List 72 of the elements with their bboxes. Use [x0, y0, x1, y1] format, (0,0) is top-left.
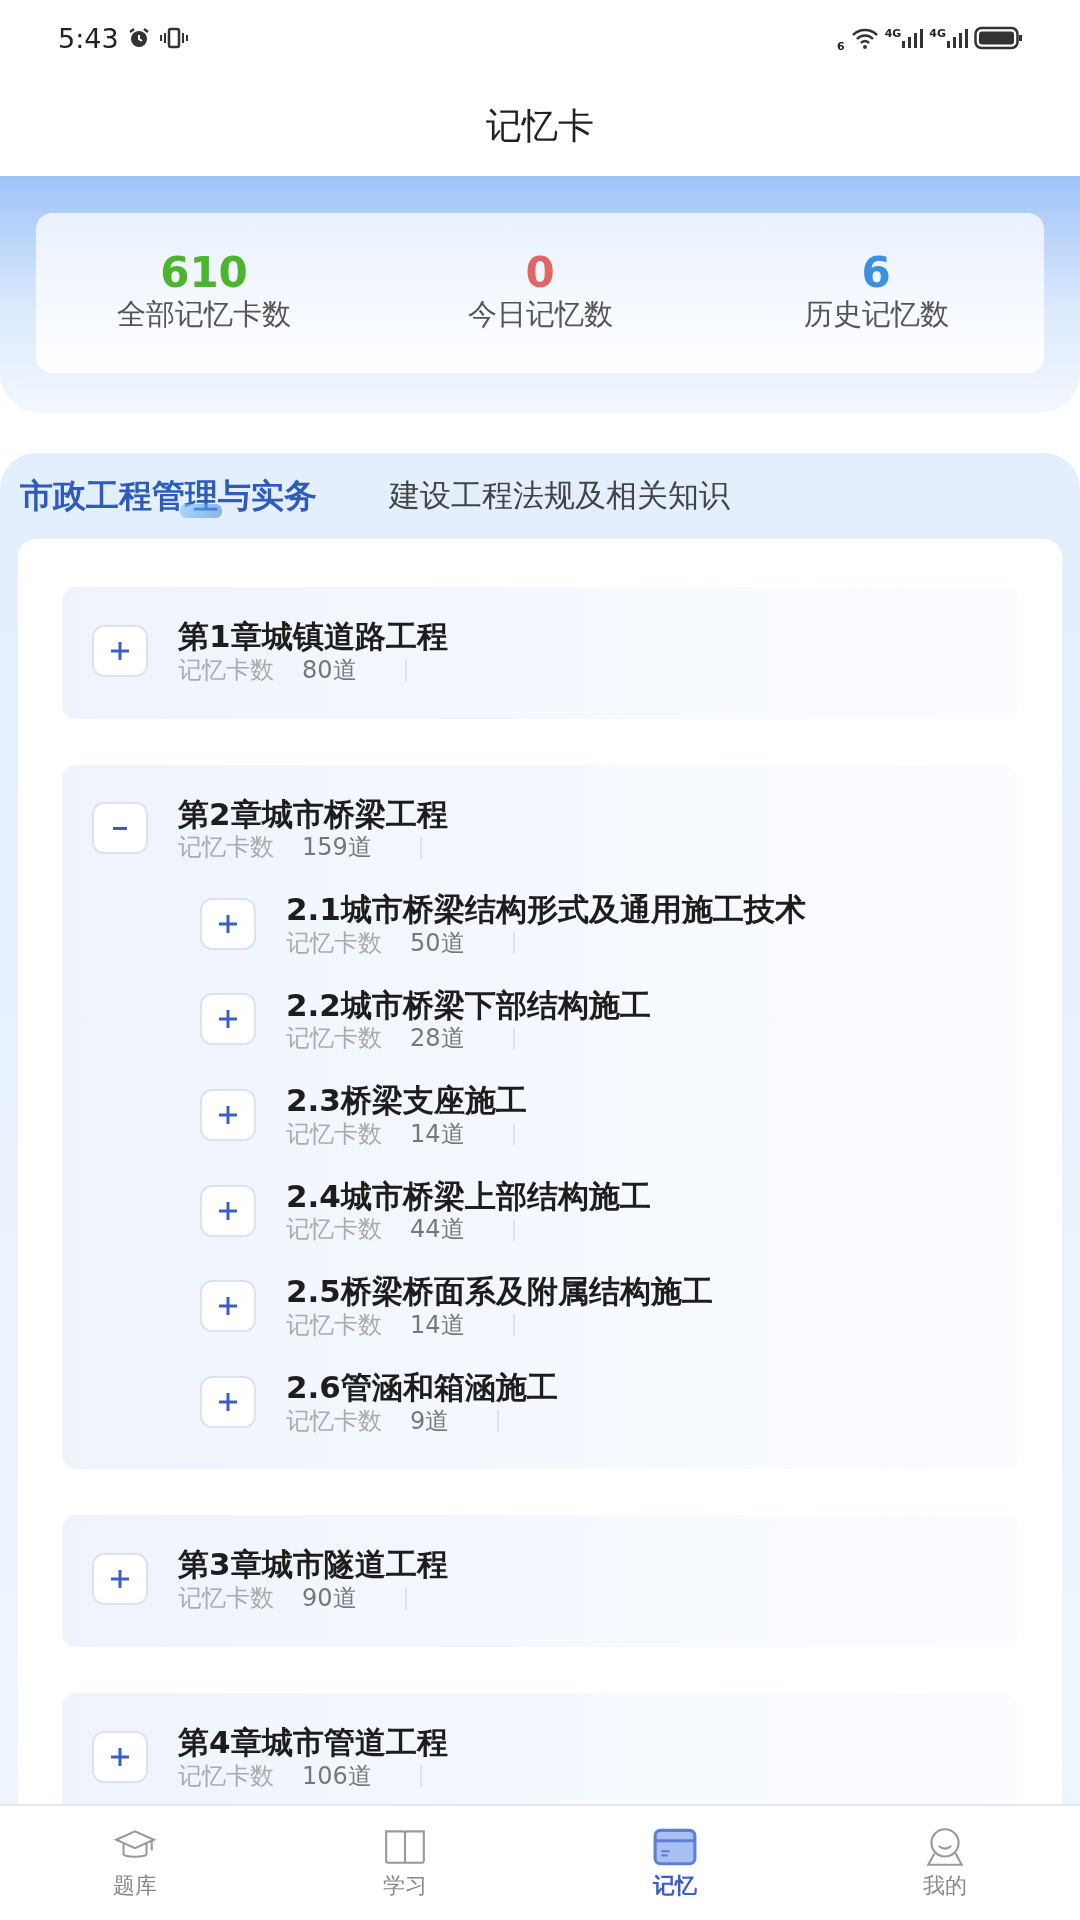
nav-tab[interactable]: 记忆 — [540, 1806, 810, 1920]
plus-icon — [217, 1295, 239, 1318]
stat-value: 6 — [861, 250, 891, 296]
chapter-title[interactable]: 第1章城镇道路工程 — [178, 617, 448, 656]
nav-tab[interactable]: 我的 — [810, 1806, 1080, 1920]
card-count: 50道 — [410, 928, 465, 958]
count-label: 记忆卡数 — [286, 928, 382, 958]
stat-value: 0 — [525, 250, 555, 296]
minus-icon — [113, 826, 127, 830]
plus-icon — [217, 1103, 239, 1126]
page-title: 记忆卡 — [486, 103, 594, 148]
plus-icon — [217, 1390, 239, 1413]
count-label: 记忆卡数 — [286, 1215, 382, 1245]
plus-icon — [217, 1199, 239, 1222]
clock-time: 5:43 — [58, 22, 119, 54]
expand-toggle[interactable] — [200, 1280, 256, 1333]
count-label: 记忆卡数 — [286, 1406, 382, 1436]
wifi-icon — [850, 27, 879, 49]
signal-icon — [946, 27, 968, 49]
chapter-title[interactable]: 2.2城市桥梁下部结构施工 — [286, 985, 651, 1025]
expand-toggle[interactable] — [92, 1553, 148, 1606]
expand-toggle[interactable] — [200, 1375, 256, 1428]
expand-toggle[interactable] — [92, 1730, 148, 1783]
stat-label: 历史记忆数 — [803, 296, 949, 334]
signal-icon — [901, 27, 924, 49]
card-count: 14道 — [410, 1119, 465, 1149]
plus-icon — [217, 912, 239, 935]
card-count: 159道 — [302, 833, 372, 863]
expand-toggle[interactable] — [92, 802, 148, 855]
card-count: 90道 — [302, 1584, 357, 1613]
count-label: 记忆卡数 — [286, 1311, 382, 1340]
wifi-label: 6 — [836, 39, 845, 53]
chapter-title[interactable]: 第3章城市隧道工程 — [178, 1545, 448, 1585]
subject-tab[interactable]: 建设工程法规及相关知识 — [389, 475, 730, 517]
plus-icon — [109, 1568, 131, 1591]
count-label: 记忆卡数 — [286, 1119, 382, 1149]
chapter-title[interactable]: 2.3桥梁支座施工 — [286, 1081, 527, 1120]
card-count: 9道 — [410, 1406, 450, 1436]
stat-label: 全部记忆卡数 — [117, 296, 291, 334]
plus-icon — [109, 1745, 131, 1768]
card-count: 44道 — [410, 1215, 465, 1245]
chapter-title[interactable]: 2.5桥梁桥面系及附属结构施工 — [286, 1272, 713, 1312]
expand-toggle[interactable] — [200, 993, 256, 1046]
stat-value: 610 — [160, 250, 248, 296]
chapter-title[interactable]: 第4章城市管道工程 — [178, 1722, 448, 1762]
count-label: 记忆卡数 — [178, 833, 274, 863]
expand-toggle[interactable] — [200, 1184, 256, 1237]
chapter-title[interactable]: 2.4城市桥梁上部结构施工 — [286, 1176, 651, 1216]
count-label: 记忆卡数 — [178, 655, 274, 685]
chapter-title[interactable]: 第2章城市桥梁工程 — [178, 794, 448, 834]
count-label: 记忆卡数 — [178, 1761, 274, 1791]
card-count: 28道 — [410, 1024, 465, 1054]
expand-toggle[interactable] — [200, 1088, 256, 1141]
count-label: 记忆卡数 — [178, 1584, 274, 1613]
subject-tab[interactable]: 市政工程管理与实务 — [20, 473, 317, 519]
vibrate-icon — [158, 27, 189, 49]
nav-tab[interactable]: 学习 — [270, 1806, 540, 1920]
stat-label: 今日记忆数 — [467, 296, 613, 334]
plus-icon — [217, 1008, 239, 1031]
battery-icon — [974, 26, 1024, 50]
network-label: 4G — [929, 27, 946, 40]
network-label: 4G — [884, 27, 902, 40]
expand-toggle[interactable] — [92, 624, 148, 677]
card-count: 14道 — [410, 1311, 465, 1340]
plus-icon — [109, 639, 131, 662]
chapter-title[interactable]: 2.1城市桥梁结构形式及通用施工技术 — [286, 890, 806, 929]
count-label: 记忆卡数 — [286, 1024, 382, 1054]
card-count: 80道 — [302, 655, 357, 685]
nav-tab[interactable]: 题库 — [0, 1806, 270, 1920]
expand-toggle[interactable] — [200, 897, 256, 950]
chapter-title[interactable]: 2.6管涵和箱涵施工 — [286, 1367, 558, 1407]
card-count: 106道 — [302, 1761, 372, 1791]
